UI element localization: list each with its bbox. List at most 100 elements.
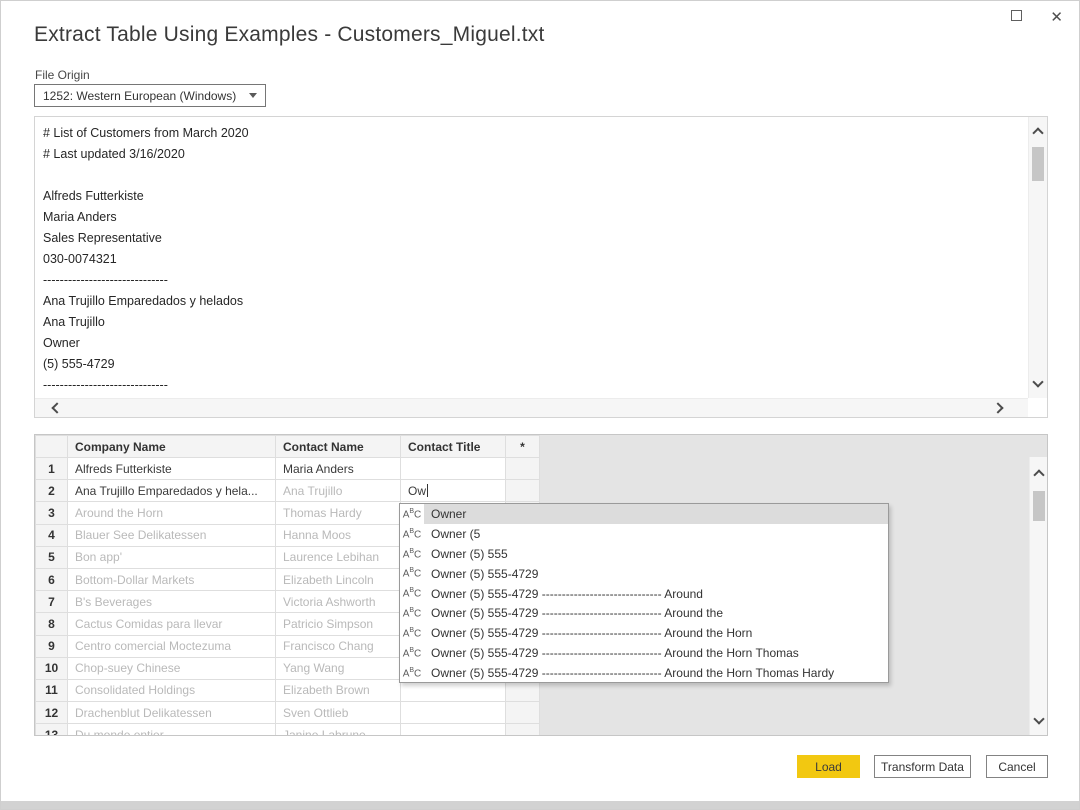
file-origin-select[interactable]: 1252: Western European (Windows) xyxy=(34,84,266,107)
suggestion-item[interactable]: ABC Owner (5) 555 xyxy=(400,544,888,564)
suggestion-label: Owner (5) 555-4729 xyxy=(424,564,888,584)
scroll-down-icon[interactable] xyxy=(1032,376,1043,387)
dropdown-caret-icon xyxy=(249,93,257,98)
preview-line: (5) 555-4729 xyxy=(43,354,1027,375)
row-number: 10 xyxy=(36,657,68,679)
autocomplete-dropdown: ABC Owner ABC Owner (5 ABC Owner (5) 555… xyxy=(399,503,889,683)
suggestion-label: Owner xyxy=(424,504,888,524)
company-cell[interactable]: Bon app' xyxy=(68,546,276,568)
suggestion-item[interactable]: ABC Owner (5) 555-4729 -----------------… xyxy=(400,584,888,604)
star-cell xyxy=(506,702,540,724)
row-number: 13 xyxy=(36,724,68,736)
scroll-right-icon[interactable] xyxy=(992,402,1003,413)
file-preview-panel: # List of Customers from March 2020 # La… xyxy=(34,116,1048,418)
company-cell[interactable]: Blauer See Delikatessen xyxy=(68,524,276,546)
company-cell[interactable]: Around the Horn xyxy=(68,502,276,524)
cancel-button[interactable]: Cancel xyxy=(986,755,1048,778)
row-number: 6 xyxy=(36,568,68,590)
company-cell[interactable]: Centro comercial Moctezuma xyxy=(68,635,276,657)
contact-cell[interactable]: Yang Wang xyxy=(276,657,401,679)
table-header-row: Company Name Contact Name Contact Title … xyxy=(36,436,540,458)
file-origin-label: File Origin xyxy=(35,68,90,82)
company-cell[interactable]: Alfreds Futterkiste xyxy=(68,458,276,480)
row-number: 12 xyxy=(36,702,68,724)
suggestion-item[interactable]: ABC Owner xyxy=(400,504,888,524)
company-cell[interactable]: Ana Trujillo Emparedados y hela... xyxy=(68,480,276,502)
scroll-left-icon[interactable] xyxy=(51,402,62,413)
row-number: 8 xyxy=(36,613,68,635)
title-cell[interactable] xyxy=(401,702,506,724)
contact-cell[interactable]: Francisco Chang xyxy=(276,635,401,657)
contact-cell[interactable]: Elizabeth Brown xyxy=(276,679,401,701)
scroll-up-icon[interactable] xyxy=(1033,469,1044,480)
text-type-icon: ABC xyxy=(400,587,424,599)
contact-cell[interactable]: Laurence Lebihan xyxy=(276,546,401,568)
star-cell xyxy=(506,480,540,502)
suggestion-item[interactable]: ABC Owner (5) 555-4729 -----------------… xyxy=(400,603,888,623)
close-button[interactable]: ✕ xyxy=(1050,10,1063,25)
preview-line: Alfreds Futterkiste xyxy=(43,186,1027,207)
header-star-column[interactable]: * xyxy=(506,436,540,458)
contact-cell[interactable]: Sven Ottlieb xyxy=(276,702,401,724)
company-cell[interactable]: Du monde entier xyxy=(68,724,276,736)
contact-cell[interactable]: Thomas Hardy xyxy=(276,502,401,524)
text-type-icon: ABC xyxy=(400,528,424,540)
contact-cell[interactable]: Elizabeth Lincoln xyxy=(276,568,401,590)
preview-text: # List of Customers from March 2020 # La… xyxy=(35,117,1027,398)
company-cell[interactable]: Consolidated Holdings xyxy=(68,679,276,701)
header-row-number xyxy=(36,436,68,458)
company-cell[interactable]: Bottom-Dollar Markets xyxy=(68,568,276,590)
suggestion-label: Owner (5) 555-4729 ---------------------… xyxy=(424,663,888,683)
suggestion-label: Owner (5) 555-4729 ---------------------… xyxy=(424,643,888,663)
company-cell[interactable]: Drachenblut Delikatessen xyxy=(68,702,276,724)
extract-table-dialog: ✕ Extract Table Using Examples - Custome… xyxy=(0,0,1080,810)
suggestion-item[interactable]: ABC Owner (5) 555-4729 xyxy=(400,564,888,584)
maximize-button[interactable] xyxy=(1011,8,1022,26)
preview-line: # Last updated 3/16/2020 xyxy=(43,144,1027,165)
suggestion-label: Owner (5) 555-4729 ---------------------… xyxy=(424,584,888,604)
suggestion-item[interactable]: ABC Owner (5 xyxy=(400,524,888,544)
title-cell[interactable] xyxy=(401,724,506,736)
suggestion-item[interactable]: ABC Owner (5) 555-4729 -----------------… xyxy=(400,663,888,683)
load-button[interactable]: Load xyxy=(797,755,860,778)
text-type-icon: ABC xyxy=(400,667,424,679)
contact-cell[interactable]: Hanna Moos xyxy=(276,524,401,546)
suggestion-item[interactable]: ABC Owner (5) 555-4729 -----------------… xyxy=(400,643,888,663)
contact-cell[interactable]: Ana Trujillo xyxy=(276,480,401,502)
header-company-name[interactable]: Company Name xyxy=(68,436,276,458)
file-origin-value: 1252: Western European (Windows) xyxy=(43,89,236,103)
contact-cell[interactable]: Victoria Ashworth xyxy=(276,591,401,613)
header-contact-title[interactable]: Contact Title xyxy=(401,436,506,458)
star-cell xyxy=(506,724,540,736)
scroll-down-icon[interactable] xyxy=(1033,713,1044,724)
contact-cell[interactable]: Patricio Simpson xyxy=(276,613,401,635)
text-cursor-icon xyxy=(427,484,428,497)
preview-scroll-thumb[interactable] xyxy=(1032,147,1044,181)
transform-data-button[interactable]: Transform Data xyxy=(874,755,971,778)
preview-line: Owner xyxy=(43,333,1027,354)
star-cell xyxy=(506,458,540,480)
preview-line xyxy=(43,165,1027,186)
table-row: 1 Alfreds Futterkiste Maria Anders xyxy=(36,458,540,480)
table-vertical-scrollbar[interactable] xyxy=(1029,457,1047,735)
header-contact-name[interactable]: Contact Name xyxy=(276,436,401,458)
preview-vertical-scrollbar[interactable] xyxy=(1028,117,1047,398)
contact-cell[interactable]: Maria Anders xyxy=(276,458,401,480)
contact-cell[interactable]: Janine Labrune xyxy=(276,724,401,736)
title-cell[interactable]: Ow xyxy=(401,480,506,502)
company-cell[interactable]: B's Beverages xyxy=(68,591,276,613)
company-cell[interactable]: Cactus Comidas para llevar xyxy=(68,613,276,635)
row-number: 4 xyxy=(36,524,68,546)
title-cell[interactable] xyxy=(401,458,506,480)
company-cell[interactable]: Chop-suey Chinese xyxy=(68,657,276,679)
preview-line: 030-0074321 xyxy=(43,249,1027,270)
table-scroll-thumb[interactable] xyxy=(1033,491,1045,521)
window-controls: ✕ xyxy=(1011,8,1063,26)
suggestion-item[interactable]: ABC Owner (5) 555-4729 -----------------… xyxy=(400,623,888,643)
row-number: 2 xyxy=(36,480,68,502)
scroll-up-icon[interactable] xyxy=(1032,127,1043,138)
suggestion-list: ABC Owner ABC Owner (5 ABC Owner (5) 555… xyxy=(400,504,888,683)
text-type-icon: ABC xyxy=(400,607,424,619)
preview-horizontal-scrollbar[interactable] xyxy=(35,398,1028,417)
text-type-icon: ABC xyxy=(400,567,424,579)
